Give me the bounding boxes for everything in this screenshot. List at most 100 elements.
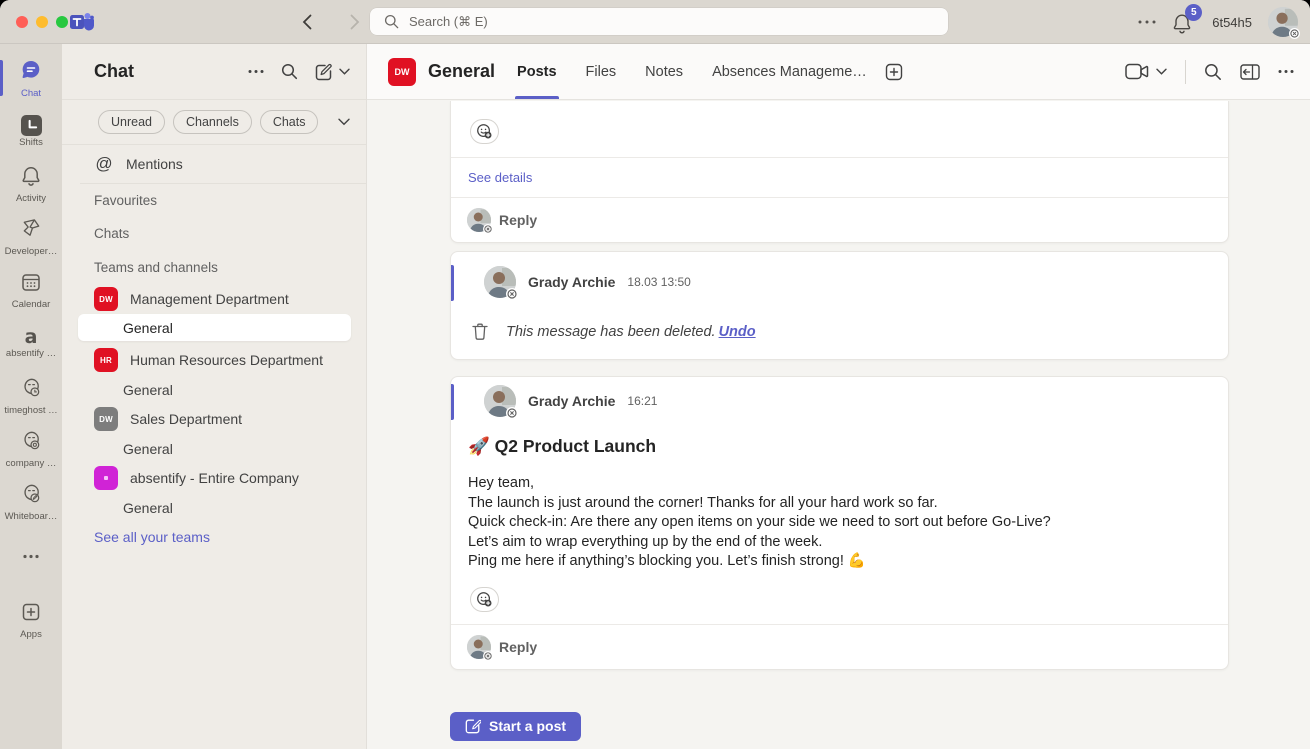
author-name[interactable]: Grady Archie bbox=[528, 274, 615, 290]
close-window-button[interactable] bbox=[16, 16, 28, 28]
presence-status-icon bbox=[506, 407, 518, 419]
start-a-post-button[interactable]: Start a post bbox=[450, 711, 582, 741]
team-avatar bbox=[94, 466, 118, 490]
app-rail: Chat Shifts Activity Developer… Calendar bbox=[0, 44, 62, 749]
rail-more-apps-icon[interactable] bbox=[0, 536, 62, 576]
post-line: Ping me here if anything’s blocking you.… bbox=[468, 553, 866, 569]
section-teams-and-channels[interactable]: Teams and channels bbox=[62, 250, 366, 284]
team-management-department[interactable]: DW Management Department bbox=[62, 284, 366, 314]
team-absentify-entire-company[interactable]: absentify - Entire Company bbox=[62, 463, 366, 493]
sidebar-more-icon[interactable] bbox=[248, 69, 264, 74]
see-details-link[interactable]: See details bbox=[468, 170, 532, 185]
compose-icon bbox=[465, 718, 481, 734]
rail-item-label: company … bbox=[5, 458, 57, 469]
add-reaction-button[interactable] bbox=[470, 586, 499, 612]
channel-more-icon[interactable] bbox=[1278, 69, 1294, 74]
rail-item-label: absentify … bbox=[5, 348, 57, 359]
start-a-post-label: Start a post bbox=[489, 718, 567, 734]
reply-label: Reply bbox=[499, 212, 538, 228]
teams-window: Search (⌘ E) 5 6t54h5 Chat Shifts Activi… bbox=[0, 0, 1310, 749]
add-reaction-button[interactable] bbox=[470, 119, 499, 144]
shifts-icon bbox=[20, 114, 42, 136]
filters-chevron-down-icon[interactable] bbox=[338, 118, 350, 126]
back-button[interactable] bbox=[296, 10, 318, 34]
undo-link[interactable]: Undo bbox=[719, 324, 756, 340]
minimize-window-button[interactable] bbox=[36, 16, 48, 28]
tab-files[interactable]: Files bbox=[586, 44, 617, 99]
rail-item-calendar[interactable]: Calendar bbox=[0, 264, 62, 316]
filter-pills: Unread Channels Chats bbox=[62, 100, 366, 144]
filter-pill-unread[interactable]: Unread bbox=[98, 110, 165, 134]
tab-notes[interactable]: Notes bbox=[645, 44, 683, 99]
channel-tabs: Posts Files Notes Absences Manageme… bbox=[515, 44, 867, 99]
tab-absences-management[interactable]: Absences Manageme… bbox=[712, 44, 867, 99]
meet-now-camera-icon[interactable] bbox=[1125, 63, 1167, 80]
author-avatar[interactable] bbox=[484, 266, 518, 300]
global-search-input[interactable]: Search (⌘ E) bbox=[370, 8, 948, 35]
post-line: The launch is just around the corner! Th… bbox=[468, 494, 938, 511]
sidebar-item-mentions[interactable]: @ Mentions bbox=[62, 145, 366, 183]
presence-status-icon bbox=[483, 650, 493, 661]
section-favourites[interactable]: Favourites bbox=[62, 184, 366, 216]
channel-general-sales[interactable]: General bbox=[62, 434, 366, 463]
add-tab-icon[interactable] bbox=[885, 63, 903, 81]
rail-item-label: timeghost … bbox=[4, 405, 58, 416]
channel-header-actions bbox=[1125, 59, 1294, 84]
posts-feed: See details Reply Grady Archie 18.03 13:… bbox=[367, 101, 1310, 749]
channel-general-absentify[interactable]: General bbox=[62, 493, 366, 522]
rail-item-whiteboard[interactable]: Whiteboar… bbox=[0, 476, 62, 528]
chevron-down-icon bbox=[1156, 68, 1167, 75]
rail-item-label: Shifts bbox=[19, 136, 43, 148]
rail-item-label: Developer… bbox=[4, 246, 58, 257]
filter-pill-chats[interactable]: Chats bbox=[259, 110, 319, 134]
channel-general-hr[interactable]: General bbox=[62, 375, 366, 404]
rail-item-apps[interactable]: Apps bbox=[0, 594, 62, 646]
deleted-message-card: Grady Archie 18.03 13:50 This message ha… bbox=[450, 251, 1229, 360]
team-avatar: HR bbox=[94, 348, 118, 372]
titlebar-more-icon[interactable] bbox=[1138, 19, 1156, 25]
titlebar: Search (⌘ E) 5 6t54h5 bbox=[0, 0, 1310, 44]
search-placeholder: Search (⌘ E) bbox=[409, 13, 488, 29]
post-line: Let’s aim to wrap everything up by the e… bbox=[468, 533, 823, 550]
reply-button[interactable]: Reply bbox=[451, 198, 1228, 242]
team-avatar: DW bbox=[94, 407, 118, 431]
forward-button[interactable] bbox=[344, 10, 366, 34]
reply-avatar bbox=[467, 208, 493, 234]
new-chat-compose-icon[interactable] bbox=[315, 63, 350, 81]
rail-item-timeghost[interactable]: timeghost … bbox=[0, 370, 62, 422]
rail-item-absentify[interactable]: a absentify … bbox=[0, 317, 62, 369]
divider bbox=[1185, 59, 1186, 84]
channel-general-management[interactable]: General bbox=[78, 314, 351, 341]
team-human-resources[interactable]: HR Human Resources Department bbox=[62, 345, 366, 375]
author-avatar[interactable] bbox=[484, 385, 518, 419]
chat-sidebar: Chat Unread Channels Chats @ Mentions Fa… bbox=[62, 44, 367, 749]
rail-item-shifts[interactable]: Shifts bbox=[0, 105, 62, 157]
notifications-bell-icon[interactable]: 5 bbox=[1172, 4, 1203, 36]
team-name: Human Resources Department bbox=[130, 352, 323, 368]
rail-item-chat[interactable]: Chat bbox=[0, 52, 62, 104]
rail-item-label: Whiteboar… bbox=[4, 511, 58, 522]
zoom-window-button[interactable] bbox=[56, 16, 68, 28]
presence-status-icon bbox=[483, 224, 493, 234]
post-card: Grady Archie 16:21 🚀 Q2 Product Launch H… bbox=[450, 376, 1229, 670]
section-chats[interactable]: Chats bbox=[62, 216, 366, 250]
filter-pill-channels[interactable]: Channels bbox=[173, 110, 252, 134]
open-in-panel-icon[interactable] bbox=[1240, 63, 1260, 80]
trash-icon bbox=[471, 322, 489, 341]
post-line: Hey team, bbox=[468, 475, 535, 491]
profile-avatar[interactable] bbox=[1268, 7, 1300, 39]
channel-search-icon[interactable] bbox=[1204, 63, 1222, 81]
author-name[interactable]: Grady Archie bbox=[528, 393, 615, 409]
sidebar-search-icon[interactable] bbox=[281, 63, 298, 80]
team-sales-department[interactable]: DW Sales Department bbox=[62, 404, 366, 434]
username-label: 6t54h5 bbox=[1212, 14, 1252, 30]
tab-posts[interactable]: Posts bbox=[515, 44, 559, 99]
reply-button[interactable]: Reply bbox=[451, 625, 1228, 669]
rail-item-activity[interactable]: Activity bbox=[0, 158, 62, 210]
main-pane: DW General Posts Files Notes Absences Ma… bbox=[367, 44, 1310, 749]
rail-item-developer[interactable]: Developer… bbox=[0, 211, 62, 263]
notification-count-badge: 5 bbox=[1185, 4, 1203, 21]
rail-item-company[interactable]: company … bbox=[0, 423, 62, 475]
rail-item-label: Activity bbox=[15, 192, 47, 204]
see-all-teams-link[interactable]: See all your teams bbox=[62, 522, 366, 552]
